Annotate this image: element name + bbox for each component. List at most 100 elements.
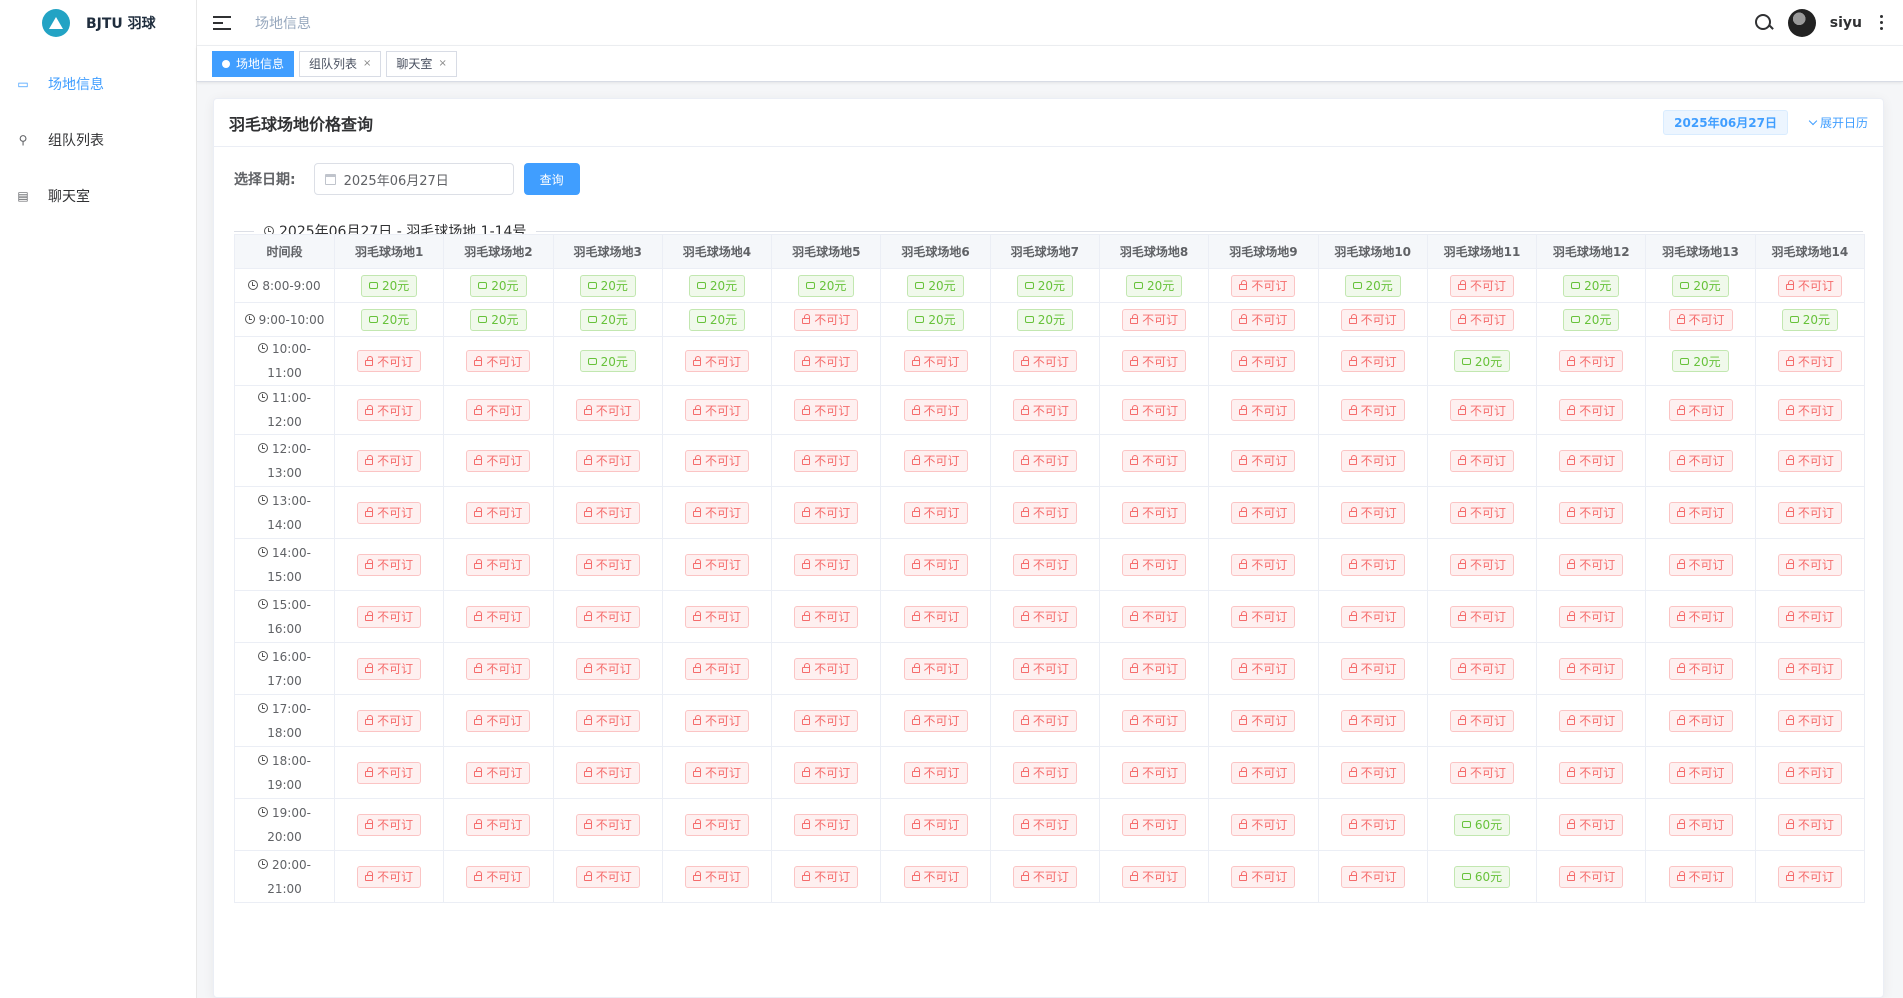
avatar[interactable] <box>1787 8 1816 37</box>
unavailable-tag: 不可订 <box>1668 553 1733 576</box>
price-tag[interactable]: 20元 <box>1016 308 1073 331</box>
unavailable-label: 不可订 <box>1142 766 1179 780</box>
unavailable-tag: 不可订 <box>1340 501 1405 524</box>
lock-icon <box>1130 767 1139 777</box>
price-tag[interactable]: 20元 <box>907 274 964 297</box>
price-label: 20元 <box>382 279 410 293</box>
lock-icon <box>583 819 592 829</box>
unavailable-label: 不可订 <box>1142 354 1179 369</box>
lock-icon <box>365 611 374 621</box>
tag-team-list[interactable]: 组队列表 × <box>299 50 382 77</box>
unavailable-label: 不可订 <box>1251 870 1288 884</box>
unavailable-label: 不可订 <box>704 870 741 884</box>
price-tag[interactable]: 20元 <box>1344 274 1401 297</box>
slot-cell: 不可订 <box>443 336 554 386</box>
price-tag[interactable]: 20元 <box>1563 308 1620 331</box>
lock-icon <box>1567 715 1576 725</box>
price-tag[interactable]: 20元 <box>1672 274 1729 297</box>
price-tag[interactable]: 20元 <box>1016 274 1073 297</box>
slot-cell: 不可订 <box>333 385 445 435</box>
coin-icon <box>1571 282 1581 289</box>
lock-icon <box>474 355 483 366</box>
slot-cell: 不可订 <box>661 486 773 539</box>
lock-icon <box>1348 663 1357 673</box>
lock-icon <box>911 663 920 673</box>
price-tag[interactable]: 20元 <box>1453 350 1511 372</box>
slot-cell: 不可订 <box>771 538 882 591</box>
slot-cell: 不可订 <box>1754 798 1866 851</box>
slot-cell: 不可订 <box>880 336 991 386</box>
price-tag[interactable]: 20元 <box>1672 350 1729 372</box>
clock-icon <box>244 313 255 324</box>
search-icon[interactable] <box>1754 13 1774 33</box>
sidebar-item-chat-room[interactable]: ▤ 聊天室 <box>0 168 196 224</box>
slot-cell: 不可订 <box>1645 486 1756 539</box>
slot-cell: 不可订 <box>333 336 445 386</box>
logo[interactable]: BJTU 羽球 <box>0 0 196 46</box>
unavailable-tag: 不可订 <box>1340 709 1405 732</box>
lock-icon <box>1348 507 1357 517</box>
slot-cell: 不可订 <box>661 642 773 695</box>
lock-icon <box>365 404 374 415</box>
price-tag[interactable]: 20元 <box>361 274 418 297</box>
unavailable-label: 不可订 <box>1797 662 1834 676</box>
more-icon[interactable] <box>1876 15 1887 30</box>
lock-icon <box>583 559 592 569</box>
query-button[interactable]: 查询 <box>523 163 580 195</box>
time-slot-label: 12:00-13:00 <box>267 441 311 480</box>
price-tag[interactable]: 60元 <box>1453 813 1511 836</box>
unavailable-tag: 不可订 <box>1559 501 1624 524</box>
price-tag[interactable]: 20元 <box>579 274 636 297</box>
sidebar-item-venue-info[interactable]: ▭ 场地信息 <box>0 56 196 112</box>
tag-label: 组队列表 <box>309 57 358 71</box>
unavailable-label: 不可订 <box>1469 714 1506 728</box>
coin-icon <box>806 282 816 289</box>
time-slot-label: 10:00-11:00 <box>267 342 311 380</box>
tag-venue-info[interactable]: 场地信息 <box>212 50 295 77</box>
expand-calendar-button[interactable]: 展开日历 <box>1808 114 1868 131</box>
slot-cell: 不可订 <box>552 590 663 643</box>
price-tag[interactable]: 20元 <box>470 308 527 331</box>
price-tag[interactable]: 20元 <box>1563 274 1620 297</box>
price-tag[interactable]: 20元 <box>1781 308 1838 331</box>
time-slot-label: 11:00-12:00 <box>267 391 311 429</box>
close-icon[interactable]: × <box>363 58 371 69</box>
time-slot-cell: 11:00-12:00 <box>234 385 335 435</box>
slot-cell: 不可订 <box>333 486 445 539</box>
clock-icon <box>248 279 259 290</box>
lock-icon <box>692 355 701 366</box>
tag-chat-room[interactable]: 聊天室 × <box>386 50 457 77</box>
price-tag[interactable]: 20元 <box>798 274 855 297</box>
price-tag[interactable]: 20元 <box>907 308 964 331</box>
unavailable-tag: 不可订 <box>575 605 640 628</box>
price-tag[interactable]: 20元 <box>470 274 527 297</box>
unavailable-label: 不可订 <box>704 454 741 468</box>
price-tag[interactable]: 20元 <box>688 274 746 297</box>
price-tag[interactable]: 20元 <box>361 308 418 331</box>
price-label: 20元 <box>709 313 738 327</box>
price-tag[interactable]: 20元 <box>579 308 636 331</box>
lock-icon <box>1130 871 1139 881</box>
price-tag[interactable]: 60元 <box>1453 865 1511 888</box>
hamburger-icon[interactable] <box>213 15 231 30</box>
username[interactable]: siyu <box>1830 15 1862 31</box>
slot-cell: 不可订 <box>1208 642 1319 695</box>
unavailable-tag: 不可订 <box>1340 553 1405 576</box>
price-tag[interactable]: 20元 <box>688 308 746 331</box>
sidebar-item-team-list[interactable]: ⚲ 组队列表 <box>0 112 196 168</box>
price-tag[interactable]: 20元 <box>579 350 636 372</box>
lock-icon <box>1457 455 1466 465</box>
unavailable-label: 不可订 <box>1688 662 1725 676</box>
slot-cell: 不可订 <box>333 538 445 591</box>
unavailable-tag: 不可订 <box>575 865 640 888</box>
unavailable-tag: 不可订 <box>1777 813 1842 836</box>
unavailable-label: 不可订 <box>1579 714 1616 728</box>
price-tag[interactable]: 20元 <box>1125 274 1183 297</box>
tags-view: 场地信息 组队列表 × 聊天室 × <box>197 46 1903 82</box>
lock-icon <box>1676 507 1685 517</box>
date-picker-input[interactable]: 2025年06月27日 <box>313 163 514 195</box>
close-icon[interactable]: × <box>438 58 446 69</box>
unavailable-tag: 不可订 <box>1231 449 1296 472</box>
unavailable-label: 不可订 <box>1360 870 1397 884</box>
unavailable-label: 不可订 <box>1797 279 1834 293</box>
